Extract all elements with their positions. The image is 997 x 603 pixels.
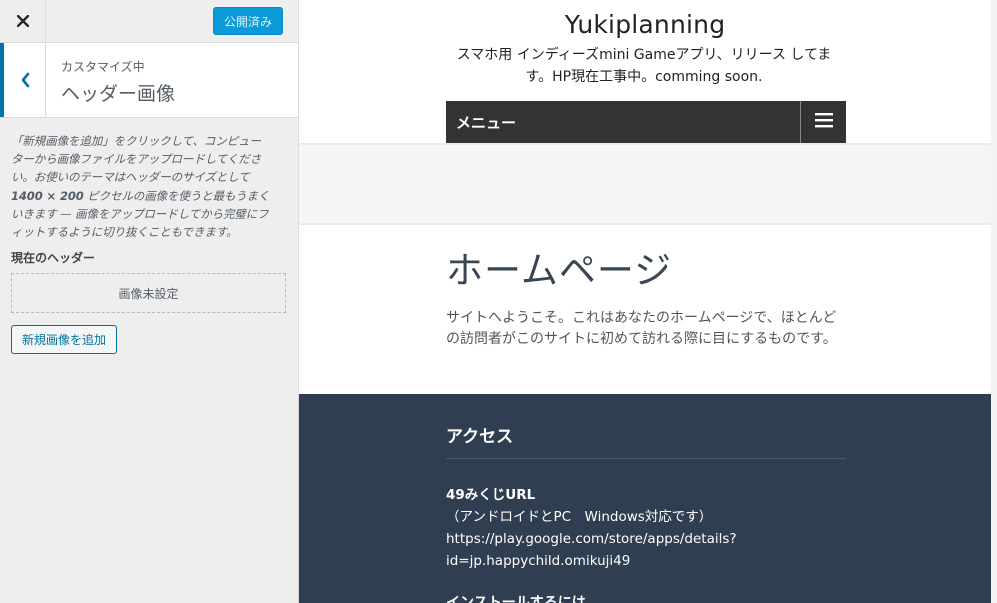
footer-widget-title: アクセス [446, 427, 514, 447]
description-line: ィットするように切り抜くこともできます。 [11, 225, 238, 240]
section-title: ヘッダー画像 [61, 83, 176, 105]
navigation-bar: メニュー [446, 101, 846, 143]
footer-widget-area: アクセス 49みくじURL （アンドロイドとPC Windows対応です） ht… [299, 394, 991, 603]
description-line: い。お使いのテーマはヘッダーのサイズとして [11, 170, 250, 185]
publish-button[interactable]: 公開済み [213, 7, 283, 35]
close-icon [16, 12, 29, 31]
hamburger-icon [814, 112, 833, 132]
site-description: スマホ用 インディーズmini Gameアプリ、リリース してます。HP現在工事… [456, 47, 832, 85]
footer-link[interactable]: https://play.google.com/store/apps/detai… [446, 528, 866, 550]
menu-toggle-button[interactable] [800, 101, 846, 143]
footer-link[interactable]: id=jp.happychild.omikuji49 [446, 550, 866, 572]
preview-scrollbar[interactable] [991, 0, 997, 603]
description-line: ターから画像ファイルをアップロードしてくださ [11, 152, 262, 167]
image-size-text: 1400 × 200 [11, 188, 84, 203]
description-line: いきます — 画像をアップロードしてから完璧にフ [11, 206, 269, 221]
site-preview: Yukiplanning スマホ用 インディーズmini Gameアプリ、リリー… [299, 0, 997, 603]
section-subtitle: カスタマイズ中 [61, 60, 145, 74]
add-new-image-button[interactable]: 新規画像を追加 [11, 325, 117, 354]
footer-line-partial: インストールするには [446, 595, 586, 603]
page-heading: ホームページ [446, 249, 673, 292]
customizer-sidebar: 公開済み カスタマイズ中 ヘッダー画像 「新規画像を追加」をクリックして、コンピ… [0, 0, 299, 603]
current-header-label: 現在のヘッダー [11, 251, 96, 265]
footer-divider [446, 458, 846, 459]
menu-label[interactable]: メニュー [456, 112, 516, 133]
description-text: ピクセルの画像を使うと最もうまく [83, 188, 270, 203]
description-line: 1400 × 200 ピクセルの画像を使うと最もうまく [11, 187, 289, 205]
footer-line: （アンドロイドとPC Windows対応です） [446, 509, 713, 525]
header-image-description: 「新規画像を追加」をクリックして、コンピュー ターから画像ファイルをアップロード… [11, 132, 289, 241]
footer-widget-text: 49みくじURL （アンドロイドとPC Windows対応です） https:/… [446, 484, 866, 572]
current-header-placeholder: 画像未設定 [11, 273, 286, 313]
footer-line: 49みくじURL [446, 487, 536, 503]
page-body-text: サイトへようこそ。これはあなたのホームページで、ほとんどの訪問者がこのサイトに初… [446, 310, 837, 347]
header-image-area [299, 143, 991, 225]
close-customizer-button[interactable] [0, 0, 46, 42]
customizer-header: 公開済み [0, 0, 298, 43]
description-line: 「新規画像を追加」をクリックして、コンピュー [11, 134, 261, 148]
section-header: カスタマイズ中 ヘッダー画像 [0, 43, 298, 118]
chevron-left-icon [20, 72, 30, 88]
back-button[interactable] [0, 43, 46, 117]
site-title[interactable]: Yukiplanning [299, 10, 991, 39]
